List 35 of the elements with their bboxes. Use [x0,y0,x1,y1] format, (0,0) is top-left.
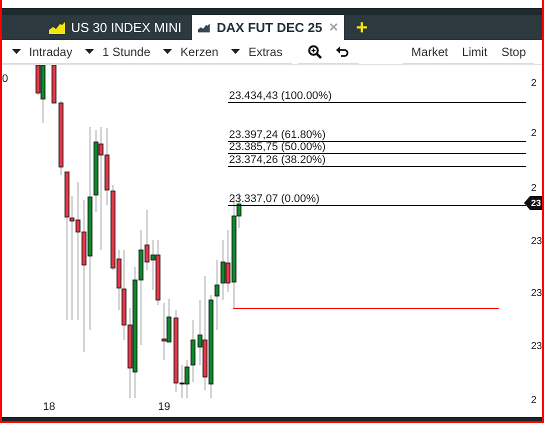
dropdown-button[interactable]: Intraday [12,42,72,60]
add-tab-button[interactable]: + [344,15,380,40]
axis-label: 2 [531,129,537,139]
area-chart-icon [198,22,210,34]
caret-icon [231,49,240,54]
price-marker: 23 [524,196,542,210]
axis-label: 18 [43,402,56,413]
tab[interactable]: DAX FUT DEC 25 × [192,15,344,40]
dropdown-button[interactable]: Extras [231,42,282,60]
area-chart-icon [49,22,65,34]
caret-icon [85,49,94,54]
dropdown-button[interactable]: 1 Stunde [85,42,150,60]
axis-label: 0 [2,74,8,85]
dropdown-button[interactable]: Kerzen [163,42,218,60]
undo-icon[interactable] [336,46,350,57]
caret-icon [12,49,21,54]
caret-icon [163,49,172,54]
axis-label: 23 [531,237,542,247]
fibonacci-level[interactable]: 23.337,07 (0.00%) [228,193,526,206]
order-button[interactable]: Stop [501,42,526,60]
axis-label: 2 [531,184,537,194]
axis-label: 23 [531,289,542,299]
candle [52,65,56,104]
fibonacci-level[interactable]: 23.397,24 (61.80%) [228,129,526,142]
fibonacci-level[interactable]: 23.385,75 (50.00%) [228,141,526,154]
axis-label: 23 [531,342,542,352]
fibonacci-level[interactable]: 23.434,43 (100.00%) [228,90,526,103]
tab[interactable]: US 30 INDEX MINI [47,15,192,40]
fibonacci-level[interactable]: 23.374,26 (38.20%) [228,154,526,167]
zoom-icon[interactable] [308,44,322,58]
axis-label: 2 [531,396,537,406]
axis-label: 19 [158,402,170,413]
order-button[interactable]: Market [411,42,448,60]
order-button[interactable]: Limit [462,42,488,60]
axis-label: 2 [531,79,537,89]
